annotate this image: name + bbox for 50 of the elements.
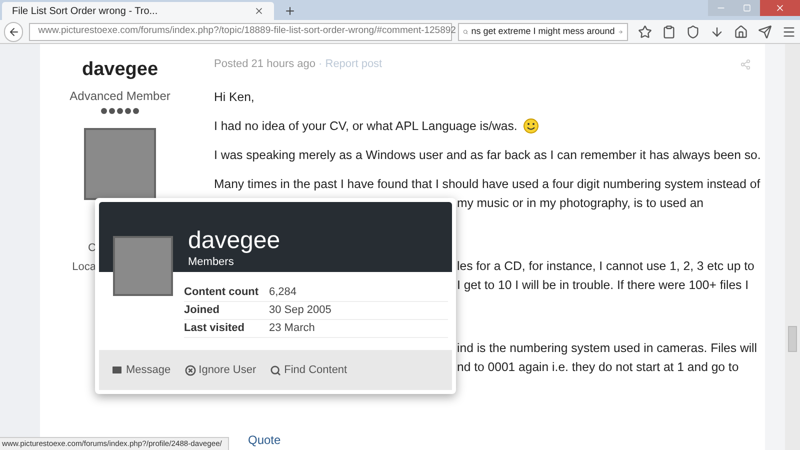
profile-label: Loca [72,260,96,275]
home-icon[interactable] [734,24,748,38]
x-circle-icon [184,364,196,376]
stat-label: Content count [184,285,260,300]
stat-value: 6,284 [269,285,297,300]
close-window-button[interactable] [760,0,800,16]
search-icon [463,26,468,36]
back-arrow-icon [8,26,20,38]
search-field[interactable]: ns get extreme I might mess around [458,22,628,40]
post-date: Posted 21 hours ago [214,57,316,72]
clipboard-icon[interactable] [662,24,676,38]
profile-action[interactable]: Find Content [270,362,348,378]
smiley-icon [523,118,540,134]
post-text: I get to 10 I will be in trouble. If there were 100+ files I [457,276,749,294]
star-icon[interactable] [638,24,652,38]
browser-tab[interactable]: File List Sort Order wrong - Tro... [2,2,274,20]
stat-value: 30 Sep 2005 [269,303,332,318]
post-paragraph: Many times in the past I have found that I should have used a four digit numbering system instead of [214,176,760,192]
post-paragraph: I was speaking merely as a Windows user and as far back as I can remember it has always been so. [214,146,761,164]
search-text: ns get extreme I might mess around [471,24,615,38]
new-tab-icon[interactable] [284,5,296,17]
profile-name[interactable]: davegee [188,228,280,254]
download-icon[interactable] [710,24,724,38]
profile-action[interactable]: Ignore User [184,362,256,378]
author-rank: Advanced Member [70,88,170,104]
close-icon[interactable] [254,6,264,16]
back-button[interactable] [4,22,24,42]
post-text: les for a CD, for instance, I cannot use 1, 2, 3 etc up to [457,258,754,274]
search-icon [270,364,282,376]
close-icon [775,3,785,13]
post-text: my music or in my photography, is to used an [457,194,704,212]
stat-label: Joined [184,303,220,318]
send-icon[interactable] [758,24,772,38]
profile-group: Members [188,254,280,270]
scrollbar[interactable] [785,44,800,450]
tab-title: File List Sort Order wrong - Tro... [12,4,159,18]
profile-action[interactable]: Message [111,362,171,378]
post-paragraph: Hi Ken, [214,88,254,106]
profile-label: C [88,240,96,256]
author-name[interactable]: davegee [82,56,158,84]
shield-icon[interactable] [686,24,700,38]
menu-icon[interactable] [782,24,796,38]
post-paragraph: I had no idea of your CV, or what APL Language is/was. [214,118,518,134]
avatar-placeholder[interactable] [84,128,156,200]
stat-label: Last visited [184,321,246,336]
quote-link[interactable]: Quote [248,431,281,449]
stat-value: 23 March [269,321,315,336]
maximize-icon [743,4,751,12]
post-text: ind is the numbering system used in cameras. Files will [457,340,758,356]
post-text: nd to 0001 again i.e. they do not start at 1 and go to [457,358,739,376]
